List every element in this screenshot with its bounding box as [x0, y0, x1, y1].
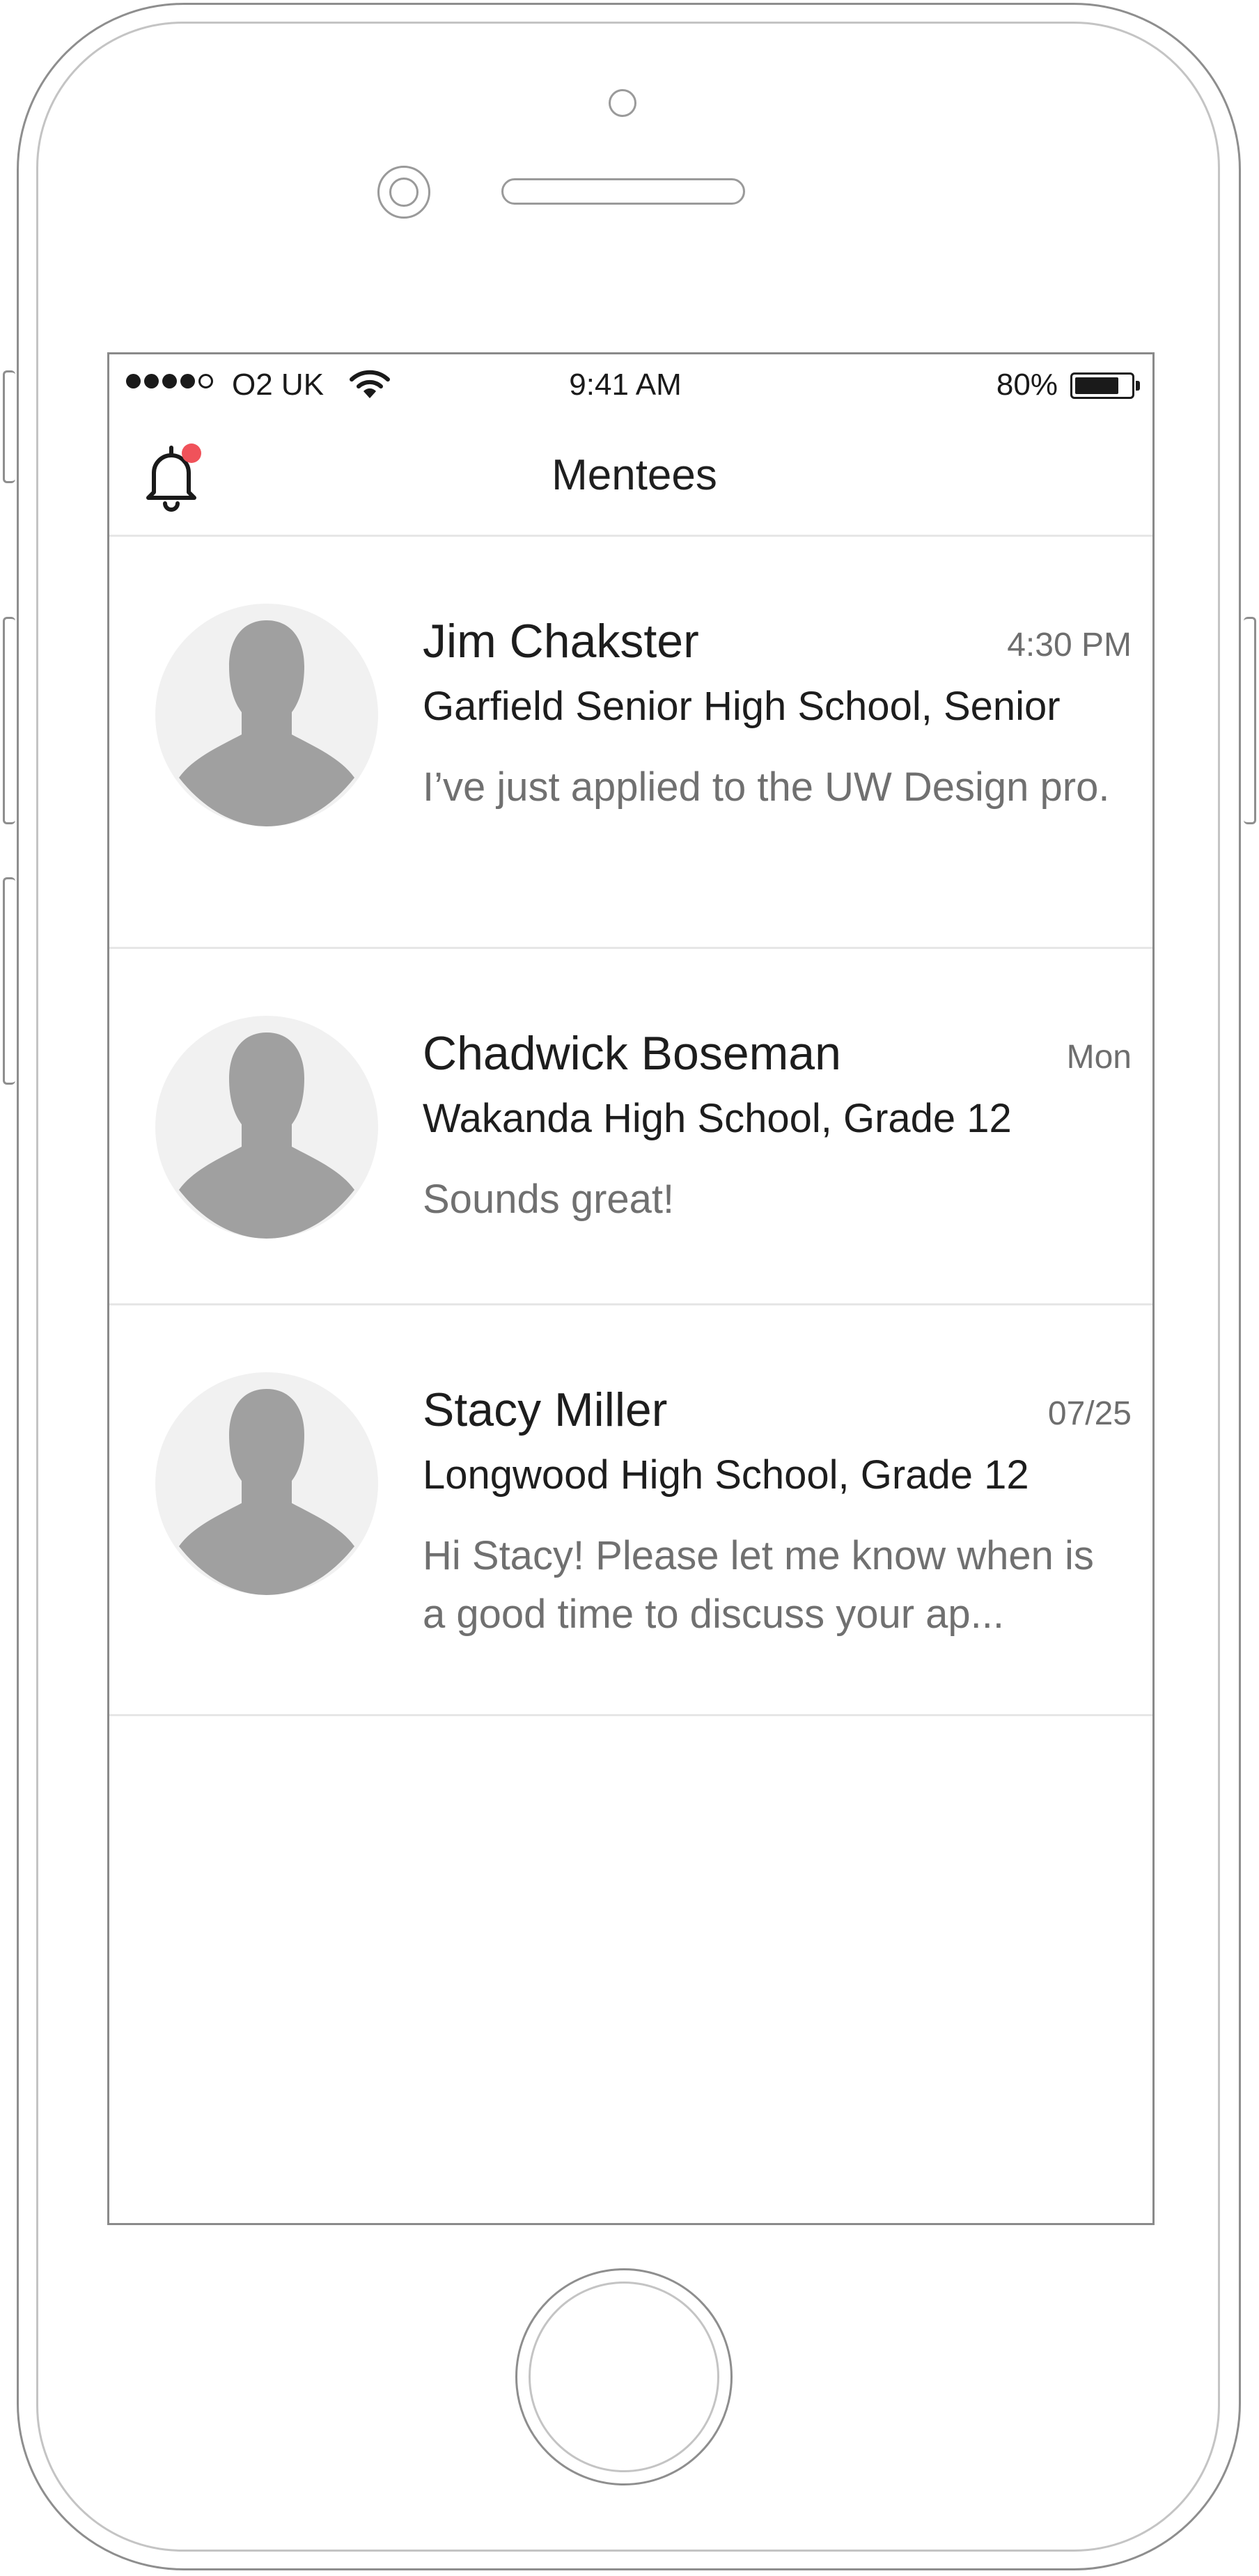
- message-time: Mon: [1066, 1039, 1132, 1076]
- navigation-bar: Mentees: [109, 416, 1152, 537]
- person-silhouette-icon: [179, 620, 354, 826]
- status-bar: O2 UK 9:41 AM 80%: [109, 354, 1152, 416]
- person-silhouette-icon: [179, 1389, 354, 1595]
- mentee-name: Chadwick Boseman: [423, 1027, 841, 1080]
- avatar: [155, 604, 378, 826]
- battery-icon: [1070, 372, 1134, 399]
- front-camera: [609, 89, 636, 117]
- mentee-list: Jim Chakster 4:30 PM Garfield Senior Hig…: [109, 537, 1152, 1716]
- message-time: 07/25: [1047, 1395, 1132, 1432]
- avatar: [155, 1016, 378, 1239]
- battery-tip-icon: [1136, 381, 1140, 391]
- avatar: [155, 1372, 378, 1595]
- power-button: [1244, 617, 1256, 824]
- mentee-name: Jim Chakster: [423, 615, 699, 668]
- app-screen: O2 UK 9:41 AM 80% Mentees Jim Chakster 4…: [107, 352, 1155, 2225]
- mentee-school: Garfield Senior High School, Senior: [423, 684, 1061, 729]
- message-preview: I’ve just applied to the UW Design pro.: [423, 764, 1110, 810]
- mentee-row[interactable]: Chadwick Boseman Mon Wakanda High School…: [109, 949, 1152, 1305]
- mentee-row[interactable]: Stacy Miller 07/25 Longwood High School,…: [109, 1305, 1152, 1716]
- person-silhouette-icon: [179, 1032, 354, 1239]
- mentee-name: Stacy Miller: [423, 1383, 668, 1436]
- mentee-school: Longwood High School, Grade 12: [423, 1452, 1029, 1498]
- message-preview: Hi Stacy! Please let me know when is a g…: [423, 1533, 1094, 1637]
- page-title: Mentees: [552, 451, 717, 499]
- proximity-sensor: [377, 166, 430, 219]
- home-button[interactable]: [515, 2268, 733, 2485]
- mentee-school: Wakanda High School, Grade 12: [423, 1096, 1012, 1141]
- battery-percentage: 80%: [996, 368, 1058, 402]
- message-time: 4:30 PM: [1007, 627, 1132, 663]
- mentee-row[interactable]: Jim Chakster 4:30 PM Garfield Senior Hig…: [109, 537, 1152, 949]
- message-preview: Sounds great!: [423, 1177, 675, 1222]
- volume-down-button: [3, 877, 15, 1085]
- earpiece-speaker: [501, 178, 745, 205]
- volume-up-button: [3, 617, 15, 824]
- mute-switch: [3, 370, 15, 483]
